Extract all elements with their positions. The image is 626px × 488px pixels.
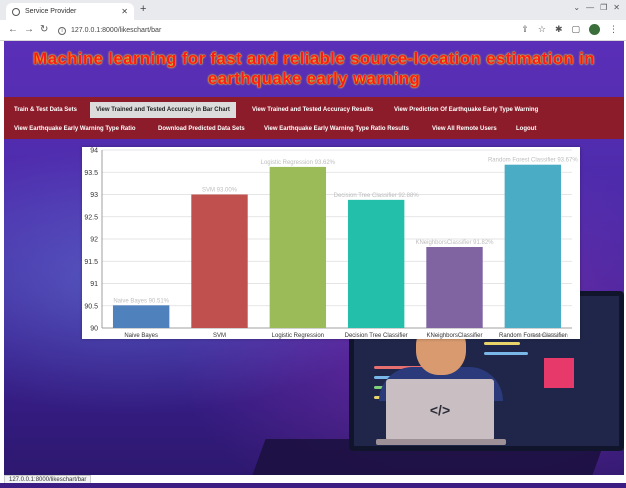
star-icon[interactable]: ☆ [538,24,546,35]
chevron-down-icon[interactable]: ⌄ [573,3,580,12]
x-tick-label: Naive Bayes [124,333,158,339]
nav-type-ratio[interactable]: View Earthquake Early Warning Type Ratio [14,126,136,132]
new-tab-icon[interactable]: + [140,3,146,15]
menu-icon[interactable]: ⋮ [609,24,618,35]
data-label: Logistic Regression 93.62% [261,160,336,166]
bar [426,247,483,328]
bar [112,305,170,328]
data-label: KNeighborsClassifier 91.82% [415,240,494,246]
nav-download[interactable]: Download Predicted Data Sets [158,126,245,132]
profile-avatar[interactable] [589,24,600,35]
x-tick-label: KNeighborsClassifier [426,333,482,339]
nav-logout[interactable]: Logout [516,126,536,132]
tab-title: Service Provider [25,8,77,15]
bar [269,166,327,328]
bar [191,194,248,328]
data-label: Random Forest Classifier 93.67% [488,158,578,164]
globe-icon [12,7,20,16]
restore-icon[interactable]: ❐ [600,3,607,12]
data-label: SVM 93.00% [202,188,238,194]
address-bar[interactable]: i 127.0.0.1:8000/likeschart/bar [58,23,538,38]
code-icon: </> [386,379,494,441]
nav-accuracy-bar-chart[interactable]: View Trained and Tested Accuracy in Bar … [90,102,236,118]
y-tick-label: 90 [90,326,98,333]
chart-watermark: CanvasJS.com [531,333,568,339]
extensions-icon[interactable]: ✱ [555,24,563,35]
nav-accuracy-results[interactable]: View Trained and Tested Accuracy Results [252,107,373,113]
accuracy-bar-chart: 90 90.5 91 91.5 92 92.5 93 93.5 94 Naive Bayes 90… [82,147,580,339]
back-icon[interactable]: ← [8,24,18,35]
main-nav: Train & Test Data Sets View Trained and … [4,97,624,139]
info-icon[interactable]: i [58,26,66,35]
data-label: Naive Bayes 90.51% [113,298,169,304]
sidebar-icon[interactable]: ▢ [571,24,580,35]
close-window-icon[interactable]: ✕ [613,3,620,12]
browser-toolbar: ← → ↻ i 127.0.0.1:8000/likeschart/bar ⇪ … [0,20,626,41]
y-tick-label: 94 [90,148,98,155]
nav-remote-users[interactable]: View All Remote Users [432,126,497,132]
bar [347,199,405,328]
window-controls: ⌄ — ❐ ✕ [573,3,620,12]
bar [504,164,562,328]
y-tick-label: 91.5 [84,259,98,266]
browser-tab[interactable]: Service Provider ✕ [6,3,134,20]
x-tick-label: Logistic Regression [272,333,324,339]
y-tick-label: 90.5 [84,303,98,310]
reload-icon[interactable]: ↻ [40,24,48,35]
nav-prediction[interactable]: View Prediction Of Earthquake Early Type… [394,107,538,113]
share-icon[interactable]: ⇪ [521,24,529,35]
nav-ratio-results[interactable]: View Earthquake Early Warning Type Ratio… [264,126,409,132]
data-label: Decision Tree Classifier 92.88% [334,193,420,199]
minimize-icon[interactable]: — [586,3,594,12]
x-tick-label: SVM [213,333,226,339]
nav-train-test[interactable]: Train & Test Data Sets [14,107,77,113]
url-text: 127.0.0.1:8000/likeschart/bar [71,27,162,34]
close-icon[interactable]: ✕ [121,7,128,16]
laptop-base-illustration [376,439,506,445]
y-tick-label: 93 [90,192,98,199]
toolbar-icons: ⇪ ☆ ✱ ▢ ⋮ [521,24,618,35]
chart-canvas: 90 90.5 91 91.5 92 92.5 93 93.5 94 Naive Bayes 90… [84,148,578,340]
y-tick-label: 92 [90,237,98,244]
browser-tabbar: Service Provider ✕ + ⌄ — ❐ ✕ [0,0,626,20]
page-bottom-strip [0,483,626,488]
y-tick-label: 92.5 [84,214,98,221]
x-tick-label: Decision Tree Classifier [345,333,408,339]
y-tick-label: 93.5 [84,170,98,177]
page-title: Machine learning for fast and reliable s… [33,49,595,88]
y-tick-label: 91 [90,281,98,288]
forward-icon[interactable]: → [24,24,34,35]
